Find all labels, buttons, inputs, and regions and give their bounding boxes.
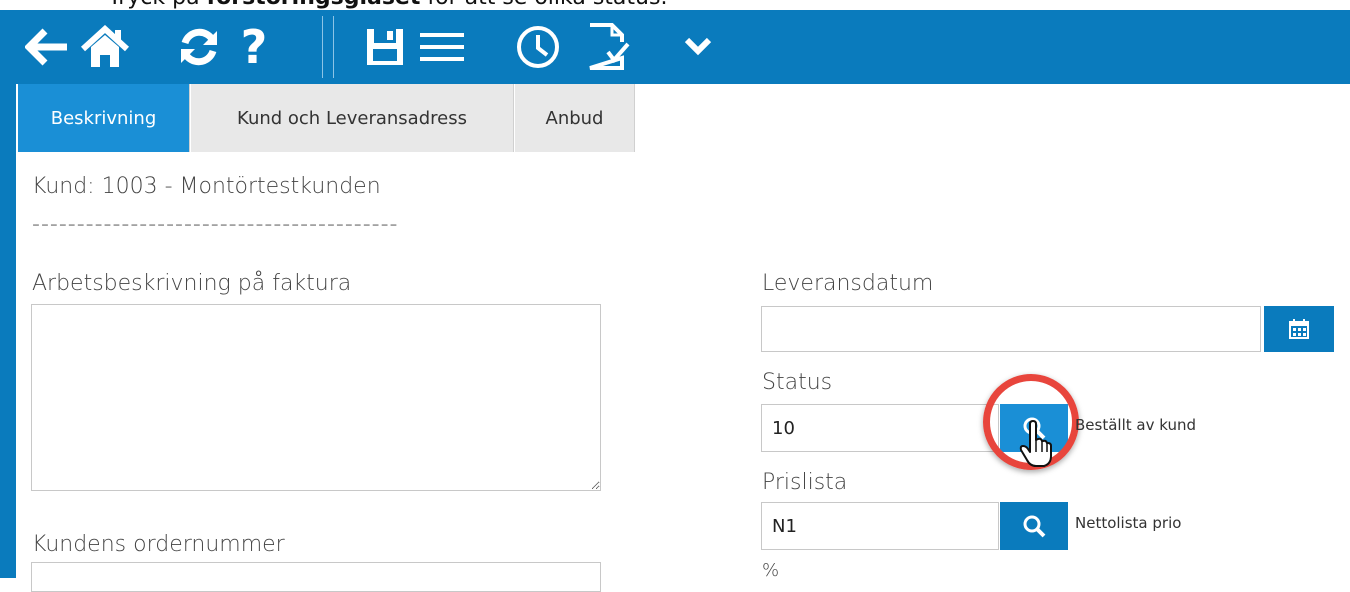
pricelist-label: Prislista [762, 470, 848, 495]
search-icon [1023, 515, 1046, 538]
tab-kund-och-leveransadress[interactable]: Kund och Leveransadress [191, 84, 514, 152]
home-icon[interactable] [78, 10, 132, 84]
work-description-field[interactable] [31, 304, 601, 491]
help-icon[interactable]: ? [232, 10, 276, 84]
pricelist-text: Nettolista prio [1075, 514, 1182, 532]
customer-line: Kund: 1003 - Montörtestkunden [32, 174, 381, 199]
back-arrow-icon[interactable] [22, 10, 72, 84]
status-label: Status [762, 370, 833, 395]
save-icon[interactable] [362, 10, 408, 84]
refresh-icon[interactable] [174, 10, 224, 84]
pricelist-field[interactable]: N1 [761, 502, 999, 550]
hand-cursor-icon [1018, 420, 1054, 472]
tab-beskrivning[interactable]: Beskrivning [18, 84, 190, 152]
delivery-date-field[interactable] [761, 306, 1261, 352]
document-check-icon[interactable] [582, 10, 632, 84]
chevron-down-icon[interactable] [676, 10, 720, 84]
toolbar: ? [0, 10, 1350, 84]
status-text: Beställt av kund [1075, 416, 1196, 434]
calendar-icon [1289, 319, 1309, 339]
instruction-banner: Tryck på förstoringsglaset för att se ol… [0, 0, 1350, 10]
instruction-text: Tryck på förstoringsglaset för att se ol… [108, 0, 667, 10]
calendar-button[interactable] [1264, 306, 1334, 352]
pricelist-search-button[interactable] [1000, 502, 1068, 550]
customer-order-label: Kundens ordernummer [32, 532, 285, 557]
status-field[interactable]: 10 [761, 404, 999, 452]
customer-order-field[interactable] [31, 562, 601, 592]
menu-icon[interactable] [418, 10, 466, 84]
tab-anbud[interactable]: Anbud [515, 84, 635, 152]
delivery-date-label: Leveransdatum [762, 271, 934, 296]
customer-divider: ----------------------------------------… [32, 212, 399, 237]
clock-icon[interactable] [514, 10, 562, 84]
work-description-label: Arbetsbeskrivning på faktura [32, 271, 352, 296]
left-accent-bar [0, 84, 16, 578]
